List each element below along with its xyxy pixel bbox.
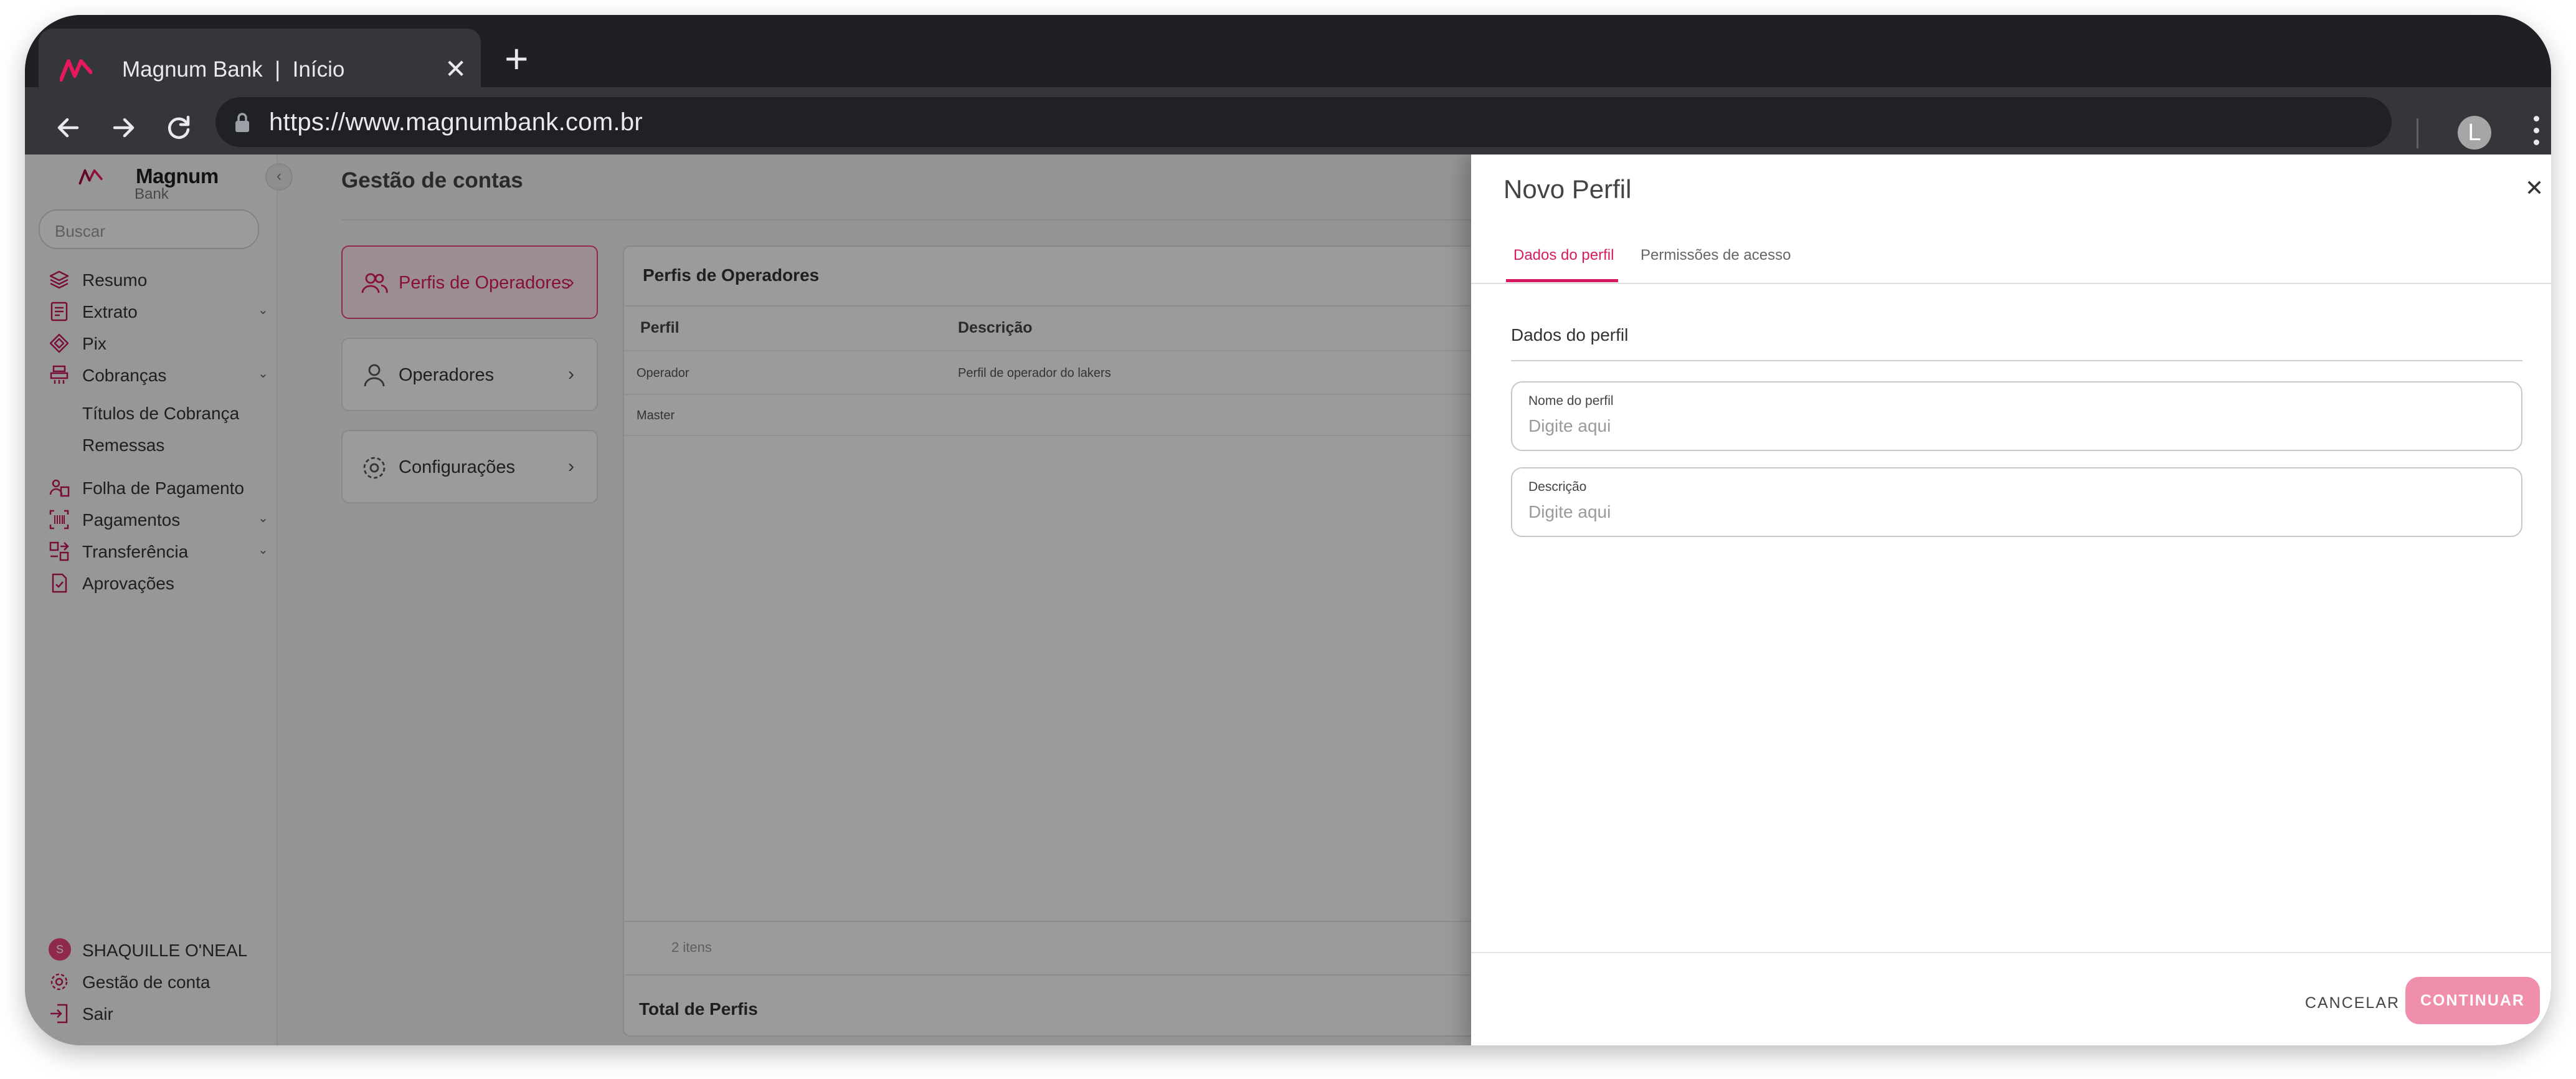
divider [1471, 952, 2551, 953]
back-arrow-icon[interactable] [52, 112, 83, 143]
close-icon[interactable]: ✕ [2525, 177, 2544, 199]
lock-icon [235, 113, 249, 132]
divider [1471, 283, 2551, 284]
reload-icon[interactable] [163, 112, 194, 143]
tab-dados-perfil[interactable]: Dados do perfil [1513, 247, 1614, 264]
browser-window: Magnum Bank | Início ✕ + https://www.mag… [25, 15, 2551, 1045]
description-field[interactable]: Descrição [1511, 467, 2522, 537]
description-input[interactable] [1528, 500, 2500, 525]
new-tab-icon[interactable]: + [504, 38, 529, 79]
browser-menu-icon[interactable] [2534, 116, 2540, 150]
toolbar-divider [2417, 118, 2418, 148]
magnum-favicon-icon [60, 59, 92, 82]
url-text: https://www.magnumbank.com.br [269, 108, 643, 136]
profile-name-input[interactable] [1528, 414, 2500, 439]
drawer-title: Novo Perfil [1503, 174, 1632, 204]
section-title: Dados do perfil [1511, 325, 1629, 345]
profile-name-field[interactable]: Nome do perfil [1511, 381, 2522, 451]
field-label: Descrição [1528, 480, 1587, 494]
continue-button[interactable]: CONTINUAR [2405, 977, 2540, 1024]
new-profile-drawer: Novo Perfil ✕ Dados do perfil Permissões… [1471, 154, 2551, 1045]
field-label: Nome do perfil [1528, 394, 1614, 408]
active-tab-indicator [1506, 279, 1618, 282]
tab-title: Magnum Bank | Início [122, 57, 345, 82]
forward-arrow-icon[interactable] [108, 112, 140, 143]
page-viewport: Magnum Bank ‹ Buscar Resumo Extrato ⌄ Pi… [25, 154, 2551, 1045]
profile-avatar[interactable]: L [2458, 116, 2491, 150]
tab-permissoes[interactable]: Permissões de acesso [1641, 247, 1791, 264]
tab-close-icon[interactable]: ✕ [445, 56, 466, 82]
tab-strip: Magnum Bank | Início ✕ + [25, 15, 2551, 101]
divider [1511, 360, 2522, 361]
address-bar[interactable]: https://www.magnumbank.com.br [215, 97, 2392, 147]
cancel-button[interactable]: CANCELAR [2299, 984, 2405, 1022]
